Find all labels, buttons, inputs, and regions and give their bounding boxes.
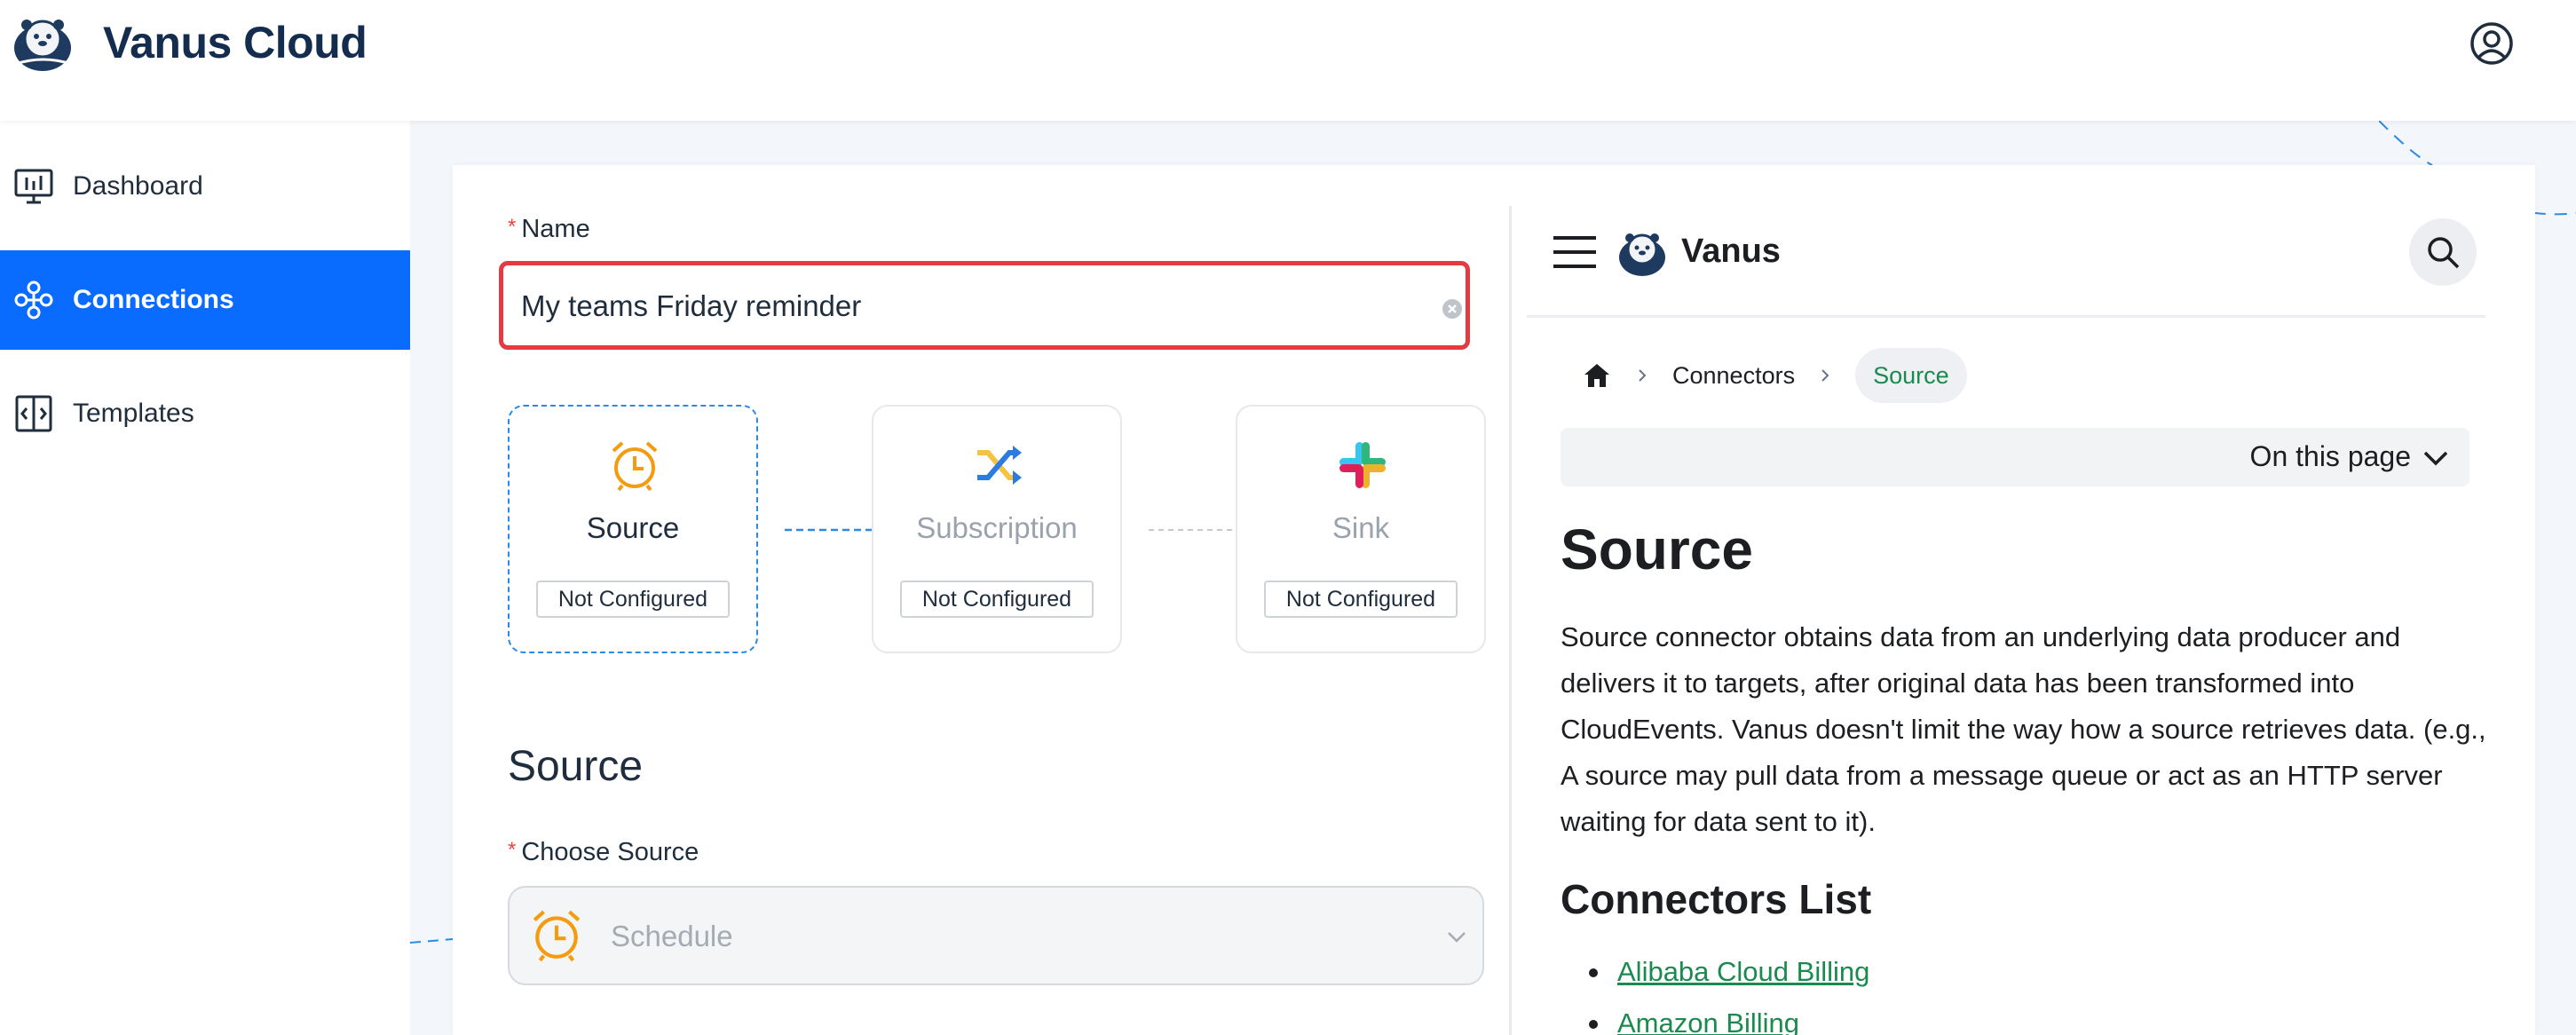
- choose-source-label: * Choose Source: [508, 838, 699, 866]
- list-item: Amazon Billing: [1561, 998, 2501, 1035]
- step-source[interactable]: Source Not Configured: [508, 405, 758, 653]
- home-icon[interactable]: [1582, 360, 1612, 391]
- step-connector-line: [1149, 529, 1236, 531]
- connections-icon: [14, 280, 53, 320]
- templates-icon: [15, 395, 52, 432]
- step-subscription[interactable]: Subscription Not Configured: [872, 405, 1122, 653]
- panel-divider: [1509, 206, 1512, 1035]
- connectors-list: Alibaba Cloud Billing Amazon Billing: [1561, 946, 2501, 1035]
- clear-icon[interactable]: [1442, 298, 1463, 320]
- doc-heading: Source: [1561, 518, 1753, 581]
- sidebar-item-templates[interactable]: Templates: [0, 364, 410, 463]
- otter-logo-icon: [14, 20, 72, 71]
- status-badge: Not Configured: [900, 581, 1094, 618]
- shuffle-icon: [977, 446, 1022, 485]
- connector-link[interactable]: Amazon Billing: [1617, 1007, 1799, 1035]
- chevron-right-icon: [1821, 369, 1829, 382]
- doc-paragraph: Source connector obtains data from an un…: [1561, 621, 2486, 837]
- slack-icon: [1339, 442, 1386, 488]
- docs-panel: Vanus Connectors Source On this page Sou…: [1527, 165, 2535, 1035]
- step-title: Sink: [1331, 511, 1390, 544]
- toc-label: On this page: [2249, 440, 2411, 472]
- otter-logo-icon[interactable]: [1616, 227, 1669, 279]
- step-sink[interactable]: Sink Not Configured: [1236, 405, 1486, 653]
- sidebar-item-connections[interactable]: Connections: [0, 250, 410, 350]
- name-input[interactable]: [521, 287, 1391, 326]
- alarm-clock-icon: [533, 910, 581, 962]
- user-account-icon[interactable]: [2469, 21, 2514, 66]
- name-field-highlight: [499, 261, 1470, 350]
- top-header: Vanus Cloud: [0, 0, 2576, 121]
- breadcrumb-item[interactable]: Connectors: [1672, 362, 1795, 390]
- select-value: Schedule: [611, 920, 733, 952]
- name-label: * Name: [508, 215, 590, 243]
- status-badge: Not Configured: [1264, 581, 1458, 618]
- search-icon: [2428, 237, 2460, 269]
- hamburger-menu-icon[interactable]: [1552, 229, 1598, 275]
- chevron-down-icon: [2423, 451, 2448, 466]
- sidebar-item-label: Connections: [73, 285, 234, 314]
- sidebar-item-label: Templates: [73, 399, 194, 428]
- decorative-line: [410, 938, 453, 944]
- chevron-right-icon: [1639, 369, 1647, 382]
- choose-source-select[interactable]: Schedule: [508, 886, 1484, 985]
- sidebar-item-label: Dashboard: [73, 171, 203, 201]
- required-marker: *: [508, 838, 517, 862]
- dashboard-icon: [14, 169, 53, 204]
- sidebar-item-dashboard[interactable]: Dashboard: [0, 137, 410, 236]
- breadcrumb-current: Source: [1855, 348, 1967, 403]
- connection-editor-card: *Name Source Not Configured Subscription…: [453, 165, 2535, 1035]
- breadcrumb: Connectors Source: [1571, 347, 1967, 404]
- alarm-clock-icon: [612, 441, 658, 492]
- connector-link[interactable]: Alibaba Cloud Billing: [1617, 956, 1869, 987]
- step-connector-line: [785, 528, 872, 532]
- search-button[interactable]: [2409, 218, 2477, 286]
- app-title: Vanus Cloud: [103, 18, 367, 67]
- step-title: Source: [586, 511, 680, 544]
- required-marker: *: [508, 215, 517, 239]
- docs-navbar: Vanus: [1527, 208, 2485, 318]
- section-title: Source: [508, 743, 644, 790]
- docs-brand[interactable]: Vanus: [1681, 233, 1781, 271]
- chevron-down-icon: [1448, 932, 1466, 943]
- step-title: Subscription: [916, 511, 1078, 544]
- list-item: Alibaba Cloud Billing: [1561, 946, 2501, 998]
- status-badge: Not Configured: [536, 581, 730, 618]
- on-this-page-toggle[interactable]: On this page: [1561, 428, 2469, 486]
- connectors-list-heading: Connectors List: [1561, 876, 1872, 922]
